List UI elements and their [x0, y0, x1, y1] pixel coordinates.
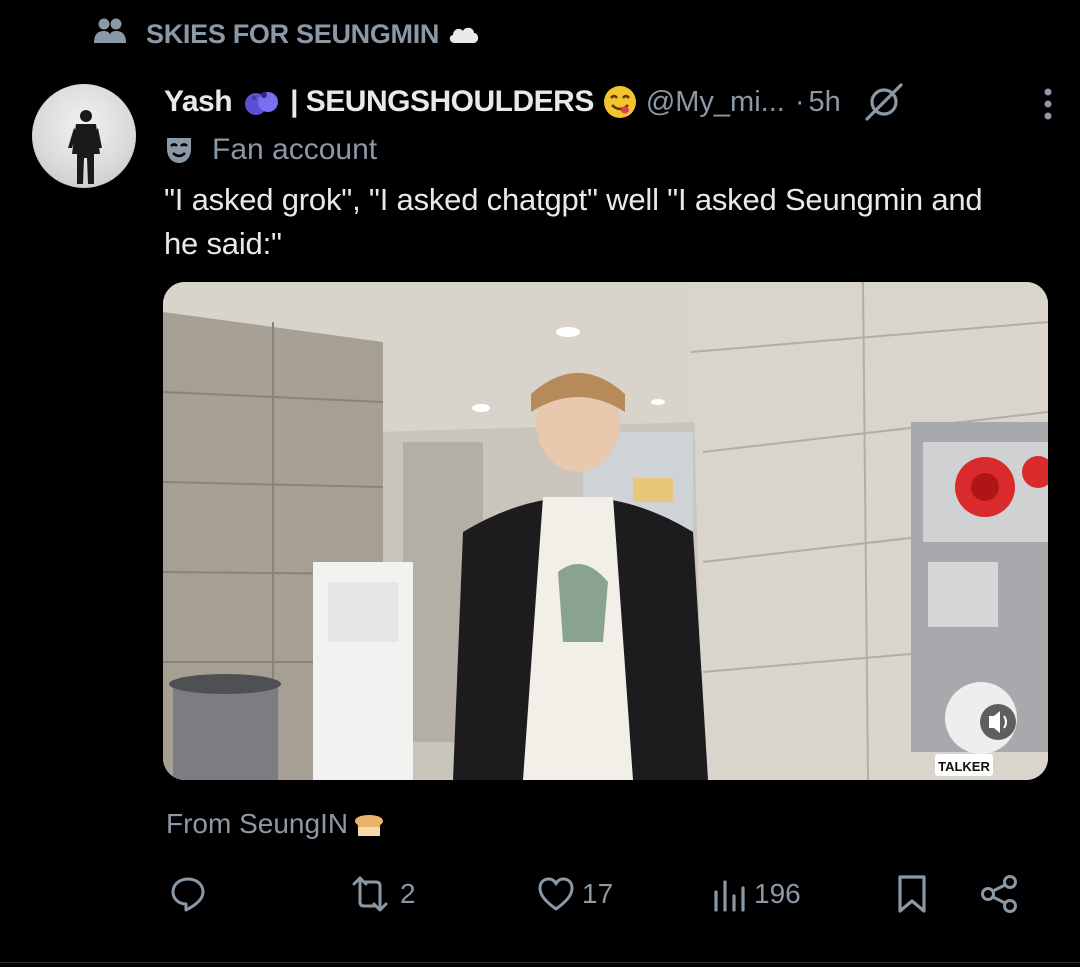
- mask-icon: [167, 138, 191, 163]
- analytics-icon: [714, 880, 745, 912]
- post-screen: SKIES FOR SEUNGMIN Yash | SEUNGSHOULDERS: [0, 0, 1080, 967]
- post-actions: 2 17 196: [164, 862, 1034, 926]
- video-source[interactable]: From SeungIN: [166, 804, 386, 844]
- repost-count: 2: [400, 878, 416, 909]
- author-handle[interactable]: @My_mi...: [646, 86, 785, 119]
- community-icon: [94, 17, 126, 52]
- bread-emoji-icon: [355, 815, 384, 836]
- heart-icon: [538, 877, 574, 911]
- cloud-icon: [449, 27, 479, 43]
- account-label: Fan account: [164, 128, 377, 172]
- post-time[interactable]: 5h: [809, 86, 841, 119]
- separator-dot: ·: [794, 85, 805, 118]
- community-name: SKIES FOR SEUNGMIN: [146, 19, 481, 50]
- yum-emoji-icon: [603, 86, 636, 118]
- bookmark-button[interactable]: [894, 862, 930, 926]
- account-label-text: Fan account: [212, 133, 378, 166]
- author-name[interactable]: Yash | SEUNGSHOULDERS: [164, 84, 638, 120]
- source-text: From SeungIN: [166, 808, 349, 839]
- like-button[interactable]: 17: [536, 862, 613, 926]
- views-button[interactable]: 196: [712, 862, 801, 926]
- mute-toggle-icon[interactable]: [980, 704, 1016, 740]
- post-header: Yash | SEUNGSHOULDERS @My_mi... · 5h: [164, 80, 1052, 124]
- repost-icon: [352, 876, 388, 912]
- share-icon: [981, 875, 1017, 913]
- more-options-icon[interactable]: [1042, 86, 1054, 127]
- bookmark-icon: [898, 875, 926, 913]
- divider: [0, 962, 1080, 963]
- share-button[interactable]: [978, 862, 1020, 926]
- grok-icon[interactable]: [863, 81, 905, 123]
- repost-button[interactable]: 2: [346, 862, 416, 926]
- video-watermark: TALKER: [938, 759, 990, 774]
- community-header[interactable]: SKIES FOR SEUNGMIN: [94, 14, 481, 54]
- post-video[interactable]: TALKER: [163, 282, 1048, 780]
- like-count: 17: [582, 878, 614, 909]
- post-text: "I asked grok", "I asked chatgpt" well "…: [164, 182, 983, 261]
- author-avatar[interactable]: [32, 84, 136, 188]
- reply-button[interactable]: [168, 862, 214, 926]
- reply-icon: [171, 877, 205, 912]
- view-count: 196: [754, 878, 801, 909]
- blueberries-emoji-icon: [245, 92, 279, 115]
